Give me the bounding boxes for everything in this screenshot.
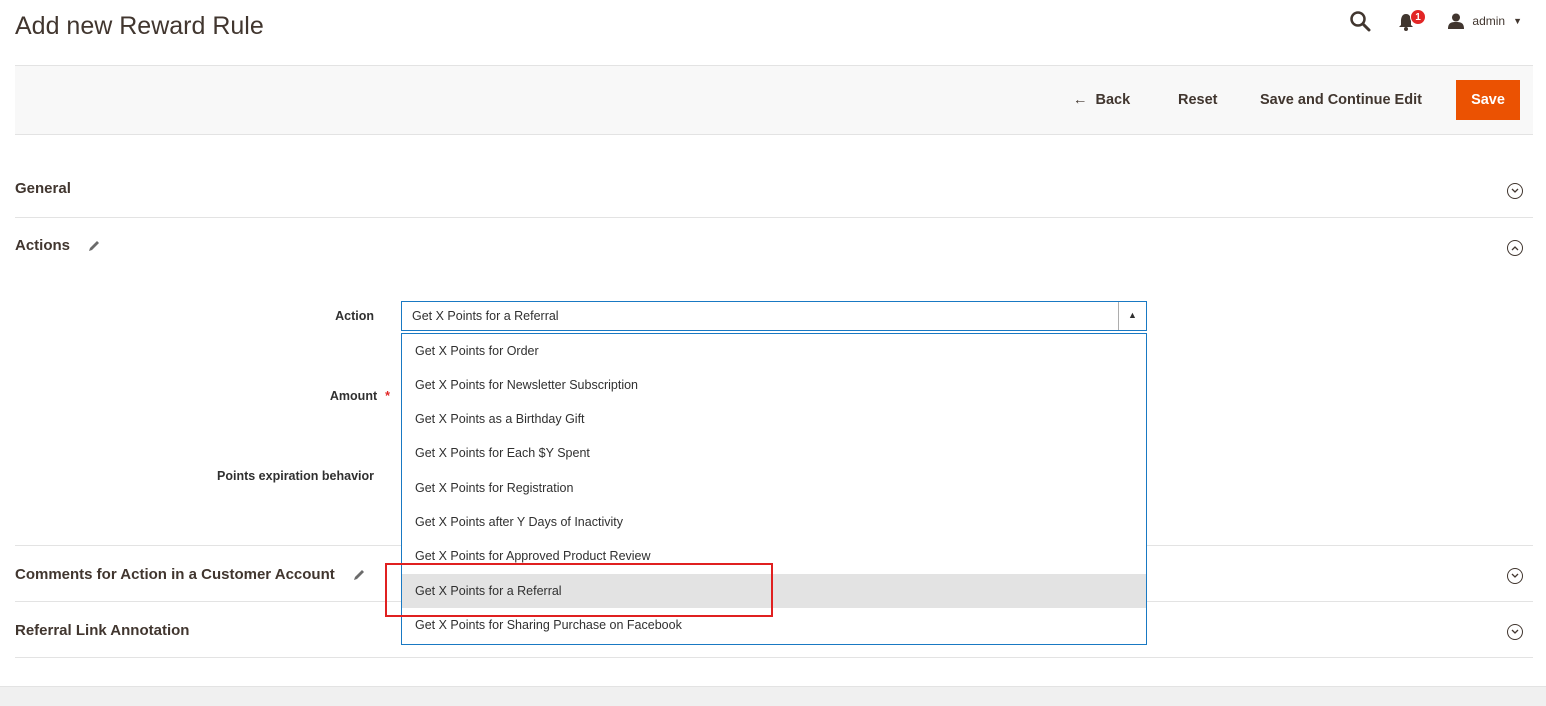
dropdown-option[interactable]: Get X Points for Order [402,334,1146,368]
notifications-button[interactable]: 1 [1396,9,1426,33]
dropdown-option[interactable]: Get X Points as a Birthday Gift [402,402,1146,436]
amount-label-text: Amount [329,389,378,403]
search-icon[interactable] [1349,10,1371,32]
action-label: Action [335,309,374,323]
save-and-continue-button[interactable]: Save and Continue Edit [1260,80,1422,120]
notification-badge: 1 [1410,9,1426,25]
annotation-highlight [385,563,773,617]
expiration-label: Points expiration behavior [217,469,374,483]
action-select-value: Get X Points for a Referral [412,309,559,323]
select-arrow[interactable]: ▲ [1118,302,1146,330]
pencil-icon [89,241,100,252]
section-comments-header[interactable]: Comments for Action in a Customer Accoun… [15,566,365,583]
user-name: admin [1472,14,1506,28]
section-general-title[interactable]: General [15,180,71,197]
required-asterisk: * [385,389,390,403]
back-label: Back [1095,92,1131,108]
amount-label: Amount * [280,389,390,403]
arrow-left-icon: ← [1073,92,1088,108]
pencil-icon [353,570,364,581]
chevron-down-icon: ▼ [1513,16,1522,26]
caret-up-icon: ▲ [1128,310,1137,320]
reset-button[interactable]: Reset [1178,80,1218,120]
page-title: Add new Reward Rule [15,12,264,40]
section-actions-title: Actions [15,237,71,254]
action-select[interactable]: Get X Points for a Referral ▲ [401,301,1147,331]
section-general: General [15,162,1533,218]
footer-bar [0,686,1546,706]
user-menu[interactable]: admin ▼ [1448,10,1522,32]
dropdown-option[interactable]: Get X Points for Newsletter Subscription [402,368,1146,402]
chevron-down-circle-icon[interactable] [1507,624,1523,640]
dropdown-option[interactable]: Get X Points for Each $Y Spent [402,436,1146,470]
chevron-down-circle-icon[interactable] [1507,568,1523,584]
chevron-up-circle-icon[interactable] [1507,240,1523,256]
dropdown-option[interactable]: Get X Points for Registration [402,471,1146,505]
chevron-down-circle-icon[interactable] [1507,183,1523,199]
section-referral-title[interactable]: Referral Link Annotation [15,622,189,639]
section-comments-title: Comments for Action in a Customer Accoun… [15,566,335,583]
user-icon [1448,13,1465,29]
section-actions-header[interactable]: Actions [15,237,100,254]
save-button[interactable]: Save [1456,80,1520,120]
back-button[interactable]: ← Back [1073,80,1130,120]
dropdown-option[interactable]: Get X Points after Y Days of Inactivity [402,505,1146,539]
page-actions-toolbar: ← Back Reset Save and Continue Edit Save [15,65,1533,135]
